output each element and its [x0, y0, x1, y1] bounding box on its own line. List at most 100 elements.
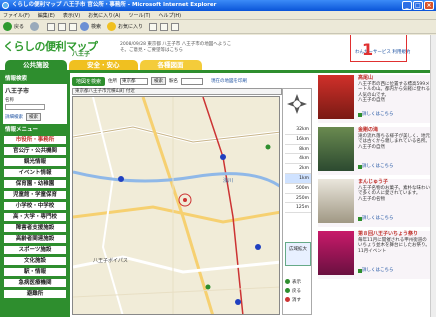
compass-icon[interactable] [286, 93, 308, 115]
history-icon[interactable] [149, 22, 158, 31]
address-display: 東京都八王子市元横山町 付近 [72, 88, 282, 95]
close-button[interactable]: × [424, 1, 434, 10]
forward-arrow-icon [30, 22, 40, 31]
annotation-number: 1 [362, 40, 374, 59]
feature-card[interactable]: まんじゅう子 八王子名物のお菓子。素朴な味わいで多くの人に愛されています。 八王子の… [318, 179, 432, 227]
card-tag: 八王子の自然 [358, 144, 385, 150]
menu-help[interactable]: ヘルプ(H) [158, 12, 181, 19]
tab-safety[interactable]: 安全・安心 [69, 60, 138, 70]
sidebar-item-elderly[interactable]: 高齢者関連施設 [3, 234, 67, 244]
manjuko-photo [318, 179, 354, 223]
sidebar-item-sports[interactable]: スポーツ施設 [3, 245, 67, 255]
sidebar-search-button[interactable]: 検索 [26, 113, 41, 121]
page-scrollbar[interactable] [430, 35, 436, 317]
map-legend: 表示 戻る 消す [285, 277, 311, 304]
sidebar: 情報検索 八王子市 名称 詳細検索 検索 情報メニュー 市役所・事務所 官公庁・… [0, 73, 70, 317]
detail-search-link[interactable]: 詳細検索 [5, 114, 23, 120]
browser-window: くらしの便利マップ 八王子市 官公所・事務所 - Microsoft Inter… [0, 0, 436, 317]
sidebar-menu: 市役所・事務所 官公庁・公共機関 観光情報 イベント情報 保育園・幼稚園 児童館… [3, 135, 67, 299]
menu-bar: ファイル(F) 編集(E) 表示(V) お気に入り(A) ツール(T) ヘルプ(… [0, 11, 436, 20]
sidebar-item-government[interactable]: 官公庁・公共機関 [3, 146, 67, 156]
sidebar-item-nursery[interactable]: 保育園・幼稚園 [3, 179, 67, 189]
title-bar: くらしの便利マップ 八王子市 官公所・事務所 - Microsoft Inter… [0, 0, 436, 11]
zoom-level-32km[interactable]: 32km [285, 125, 311, 135]
card-more-link[interactable]: 詳しくはこちら [362, 163, 394, 169]
feature-card[interactable]: 金剛の滝 滝の流れ落ちる様子が美しく、地元では古くから親しまれている名所。 八王子の… [318, 127, 432, 175]
legend-back[interactable]: 戻る [285, 286, 311, 295]
menu-file[interactable]: ファイル(F) [3, 12, 30, 19]
feature-card[interactable]: 高尾山 八王子市の西に位置する標高599メートルの山。都内から気軽に登れる人気の山… [318, 75, 432, 123]
tab-maps[interactable]: 各種図面 [139, 60, 202, 70]
card-text: 八王子名物のお菓子。素朴な味わいで多くの人に愛されています。 [358, 185, 430, 197]
refresh-icon[interactable] [58, 22, 67, 31]
search-button[interactable]: 検索 [80, 22, 101, 31]
city-tag: 八王子 [72, 51, 91, 58]
legend-back-label: 戻る [292, 288, 301, 294]
menu-favorites[interactable]: お気に入り(A) [88, 12, 120, 19]
card-tag: 八王子の自然 [358, 98, 385, 103]
sidebar-item-medical[interactable]: 急病医療機関 [3, 278, 67, 288]
mail-icon[interactable] [160, 22, 169, 31]
search-label: 検索 [91, 24, 102, 30]
sidebar-item-highschools[interactable]: 高・大学・専門校 [3, 212, 67, 222]
menu-edit[interactable]: 編集(E) [38, 12, 55, 19]
zoom-level-250m[interactable]: 250m [285, 194, 311, 204]
address-search-button[interactable]: 検索 [151, 77, 167, 85]
zoom-level-8km[interactable]: 8km [285, 145, 311, 155]
map-label-river: 浅川 [223, 178, 234, 184]
sidebar-item-culture[interactable]: 文化施設 [3, 256, 67, 266]
legend-show[interactable]: 表示 [285, 277, 311, 286]
menu-view[interactable]: 表示(V) [63, 12, 80, 19]
sidebar-item-disability[interactable]: 障害者支援施設 [3, 223, 67, 233]
sidebar-item-tourism[interactable]: 観光情報 [3, 157, 67, 167]
sidebar-item-stations[interactable]: 駅・情報 [3, 267, 67, 277]
address-label: 住所 [108, 79, 118, 84]
zoom-level-16km[interactable]: 16km [285, 135, 311, 145]
toolbar: 戻る 検索 お気に入り [0, 20, 436, 34]
zoom-level-125m[interactable]: 125m [285, 203, 311, 214]
back-icon [285, 288, 290, 293]
station-input[interactable] [181, 77, 204, 85]
site-notice: 2008/09/28 東京都 八王子市 八王子市の地図へようこそ。ご意見・ご要望… [120, 42, 232, 53]
favorites-button[interactable]: お気に入り [107, 22, 143, 31]
legend-clear-label: 消す [292, 297, 301, 303]
sidebar-item-shelters[interactable]: 避難所 [3, 289, 67, 299]
feature-card[interactable]: 第８回八王子いちょう祭り 毎年11月に開催される甲州街道のいちょう並木を舞台にした… [318, 231, 432, 279]
name-input[interactable] [5, 104, 45, 110]
prefecture-select[interactable]: 東京都 [120, 77, 149, 85]
area-zoom-button[interactable]: 広域拡大 [285, 242, 311, 266]
maximize-button[interactable]: □ [413, 1, 423, 10]
card-more-link[interactable]: 詳しくはこちら [362, 267, 394, 273]
zoom-level-500m[interactable]: 500m [285, 184, 311, 194]
zoom-scale: 32km 16km 8km 4km 2km 1km 500m 250m 125m [285, 125, 311, 214]
name-label: 名称 [5, 98, 14, 103]
print-icon[interactable] [171, 22, 180, 31]
show-icon [285, 279, 290, 284]
stop-icon[interactable] [47, 22, 56, 31]
zoom-level-2km[interactable]: 2km [285, 164, 311, 174]
menu-tools[interactable]: ツール(T) [129, 12, 151, 19]
back-button[interactable]: 戻る [3, 22, 24, 31]
minimize-button[interactable]: _ [402, 1, 412, 10]
search-heading: 情報検索 [3, 76, 67, 83]
main-tabs: 公共施設 安全・安心 各種図面 [5, 60, 202, 70]
tab-public-facilities[interactable]: 公共施設 [5, 60, 67, 70]
map-search-button[interactable]: 地図を検索 [72, 76, 106, 86]
zoom-level-4km[interactable]: 4km [285, 154, 311, 165]
sidebar-item-events[interactable]: イベント情報 [3, 168, 67, 178]
map-canvas[interactable]: 八王子ボイパス 浅川 [72, 96, 280, 315]
card-tag: 11月イベント [358, 248, 387, 254]
sidebar-item-childcare[interactable]: 児童館・学童保育 [3, 190, 67, 200]
sidebar-item-city-office[interactable]: 市役所・事務所 [3, 135, 67, 145]
window-title: くらしの便利マップ 八王子市 官公所・事務所 - Microsoft Inter… [12, 2, 217, 8]
print-map-link[interactable]: 現在の地図を印刷 [211, 78, 247, 84]
card-text: 毎年11月に開催される甲州街道のいちょう並木を舞台にしたお祭り。 [358, 237, 430, 249]
card-more-link[interactable]: 詳しくはこちら [362, 111, 394, 117]
back-arrow-icon [3, 22, 12, 31]
forward-button[interactable] [30, 22, 41, 31]
zoom-level-1km[interactable]: 1km [285, 173, 311, 184]
home-icon[interactable] [69, 22, 78, 31]
card-more-link[interactable]: 詳しくはこちら [362, 215, 394, 221]
legend-clear[interactable]: 消す [285, 295, 311, 304]
sidebar-item-schools[interactable]: 小学校・中学校 [3, 201, 67, 211]
